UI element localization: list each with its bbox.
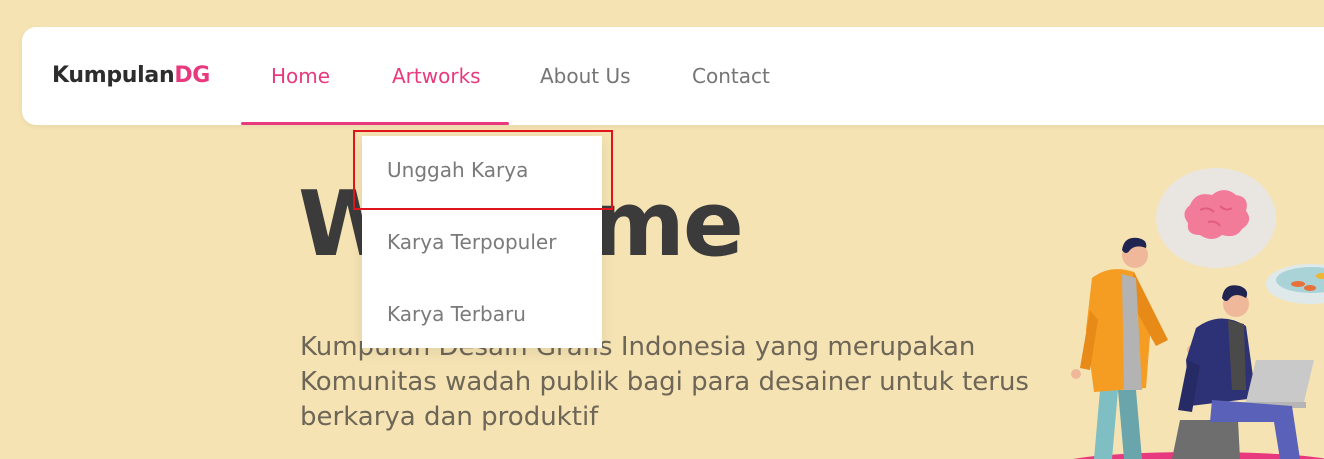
- nav-contact-link[interactable]: Contact: [692, 64, 770, 88]
- dropdown-item-karya-terpopuler[interactable]: Karya Terpopuler: [387, 230, 556, 254]
- brand-logo[interactable]: KumpulanDG: [52, 63, 210, 88]
- nav-active-indicator: [241, 122, 509, 125]
- nav-artworks-link[interactable]: Artworks: [392, 64, 481, 88]
- brand-name-main: Kumpulan: [52, 63, 175, 88]
- artworks-dropdown-menu: Unggah Karya Karya Terpopuler Karya Terb…: [362, 136, 602, 348]
- brand-name-accent: DG: [174, 63, 211, 88]
- navbar: KumpulanDG Home Artworks About Us Contac…: [22, 27, 1324, 125]
- nav-home-link[interactable]: Home: [271, 64, 330, 88]
- dropdown-item-unggah-karya[interactable]: Unggah Karya: [387, 158, 528, 182]
- nav-about-link[interactable]: About Us: [540, 64, 631, 88]
- people-brainstorm-illustration: [1071, 168, 1324, 459]
- page: Welcome Kumpulan Desain Grafis Indonesia…: [0, 0, 1324, 459]
- dropdown-item-karya-terbaru[interactable]: Karya Terbaru: [387, 302, 526, 326]
